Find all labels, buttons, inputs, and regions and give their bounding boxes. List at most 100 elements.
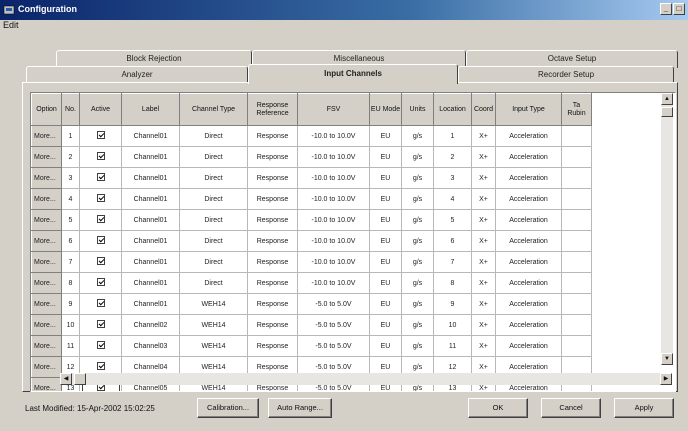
input-type[interactable]: Acceleration (495, 167, 562, 189)
scroll-down-button[interactable]: ▼ (661, 353, 673, 365)
ta-rubin-cell[interactable] (561, 314, 592, 336)
location[interactable]: 7 (433, 251, 472, 273)
scroll-left-button[interactable]: ◀ (60, 373, 72, 385)
channel-type[interactable]: Direct (179, 188, 248, 210)
option-more-button[interactable]: More... (31, 251, 62, 273)
channel-grid[interactable]: Option No. Active Label Channel Type Res… (30, 92, 676, 392)
fsv-value[interactable]: -10.0 to 10.0V (297, 125, 370, 147)
fsv-value[interactable]: -10.0 to 10.0V (297, 230, 370, 252)
col-header-response-reference[interactable]: Response Reference (247, 93, 298, 126)
channel-type[interactable]: Direct (179, 167, 248, 189)
response-reference[interactable]: Response (247, 146, 298, 168)
eu-mode[interactable]: EU (369, 293, 402, 315)
option-more-button[interactable]: More... (31, 356, 62, 378)
channel-label[interactable]: Channel01 (121, 188, 180, 210)
horizontal-scrollbar[interactable]: ◀ ▶ (60, 373, 672, 385)
response-reference[interactable]: Response (247, 209, 298, 231)
units[interactable]: g/s (401, 146, 434, 168)
option-more-button[interactable]: More... (31, 230, 62, 252)
maximize-button[interactable]: □ (673, 3, 685, 15)
input-type[interactable]: Acceleration (495, 188, 562, 210)
location[interactable]: 5 (433, 209, 472, 231)
channel-type[interactable]: Direct (179, 125, 248, 147)
response-reference[interactable]: Response (247, 230, 298, 252)
location[interactable]: 9 (433, 293, 472, 315)
ta-rubin-cell[interactable] (561, 272, 592, 294)
units[interactable]: g/s (401, 314, 434, 336)
table-row[interactable]: More... 8 Channel01 Direct Response -10.0 to … (31, 272, 592, 294)
tab-input-channels[interactable]: Input Channels (248, 64, 458, 84)
units[interactable]: g/s (401, 251, 434, 273)
calibration-button[interactable]: Calibration... (197, 398, 259, 418)
channel-label[interactable]: Channel01 (121, 230, 180, 252)
active-checkbox[interactable] (96, 236, 105, 244)
channel-type[interactable]: Direct (179, 209, 248, 231)
channel-label[interactable]: Channel02 (121, 314, 180, 336)
location[interactable]: 2 (433, 146, 472, 168)
fsv-value[interactable]: -5.0 to 5.0V (297, 314, 370, 336)
channel-label[interactable]: Channel01 (121, 146, 180, 168)
units[interactable]: g/s (401, 188, 434, 210)
table-row[interactable]: More... 6 Channel01 Direct Response -10.0 to … (31, 230, 592, 252)
eu-mode[interactable]: EU (369, 272, 402, 294)
active-checkbox[interactable] (96, 320, 105, 328)
coord[interactable]: X+ (471, 230, 496, 252)
channel-label[interactable]: Channel01 (121, 167, 180, 189)
channel-label[interactable]: Channel01 (121, 251, 180, 273)
units[interactable]: g/s (401, 167, 434, 189)
channel-type[interactable]: WEH14 (179, 335, 248, 357)
ta-rubin-cell[interactable] (561, 335, 592, 357)
option-more-button[interactable]: More... (31, 146, 62, 168)
units[interactable]: g/s (401, 125, 434, 147)
fsv-value[interactable]: -5.0 to 5.0V (297, 293, 370, 315)
ta-rubin-cell[interactable] (561, 167, 592, 189)
input-type[interactable]: Acceleration (495, 251, 562, 273)
table-row[interactable]: More... 2 Channel01 Direct Response -10.0 to … (31, 146, 592, 168)
table-row[interactable]: More... 10 Channel02 WEH14 Response -5.0 to 5… (31, 314, 592, 336)
eu-mode[interactable]: EU (369, 125, 402, 147)
response-reference[interactable]: Response (247, 335, 298, 357)
coord[interactable]: X+ (471, 125, 496, 147)
coord[interactable]: X+ (471, 251, 496, 273)
fsv-value[interactable]: -10.0 to 10.0V (297, 146, 370, 168)
input-type[interactable]: Acceleration (495, 293, 562, 315)
active-checkbox[interactable] (96, 215, 105, 223)
ta-rubin-cell[interactable] (561, 188, 592, 210)
col-header-channel-type[interactable]: Channel Type (179, 93, 248, 126)
eu-mode[interactable]: EU (369, 188, 402, 210)
table-row[interactable]: More... 1 Channel01 Direct Response -10.0 to … (31, 125, 592, 147)
ta-rubin-cell[interactable] (561, 209, 592, 231)
location[interactable]: 3 (433, 167, 472, 189)
active-checkbox[interactable] (96, 257, 105, 265)
horizontal-scroll-thumb[interactable] (74, 373, 86, 385)
input-type[interactable]: Acceleration (495, 335, 562, 357)
response-reference[interactable]: Response (247, 272, 298, 294)
eu-mode[interactable]: EU (369, 209, 402, 231)
location[interactable]: 6 (433, 230, 472, 252)
col-header-no[interactable]: No. (61, 93, 80, 126)
coord[interactable]: X+ (471, 293, 496, 315)
response-reference[interactable]: Response (247, 251, 298, 273)
option-more-button[interactable]: More... (31, 188, 62, 210)
input-type[interactable]: Acceleration (495, 146, 562, 168)
input-type[interactable]: Acceleration (495, 314, 562, 336)
ta-rubin-cell[interactable] (561, 251, 592, 273)
eu-mode[interactable]: EU (369, 167, 402, 189)
scroll-up-button[interactable]: ▲ (661, 93, 673, 105)
col-header-ta-rubin[interactable]: Ta Rubin (561, 93, 592, 126)
ta-rubin-cell[interactable] (561, 125, 592, 147)
ta-rubin-cell[interactable] (561, 293, 592, 315)
eu-mode[interactable]: EU (369, 251, 402, 273)
coord[interactable]: X+ (471, 188, 496, 210)
coord[interactable]: X+ (471, 314, 496, 336)
units[interactable]: g/s (401, 293, 434, 315)
col-header-label[interactable]: Label (121, 93, 180, 126)
input-type[interactable]: Acceleration (495, 230, 562, 252)
table-row[interactable]: More... 5 Channel01 Direct Response -10.0 to … (31, 209, 592, 231)
channel-type[interactable]: WEH14 (179, 314, 248, 336)
active-checkbox[interactable] (96, 362, 105, 370)
coord[interactable]: X+ (471, 209, 496, 231)
channel-label[interactable]: Channel01 (121, 272, 180, 294)
table-row[interactable]: More... 4 Channel01 Direct Response -10.0 to … (31, 188, 592, 210)
option-more-button[interactable]: More... (31, 125, 62, 147)
